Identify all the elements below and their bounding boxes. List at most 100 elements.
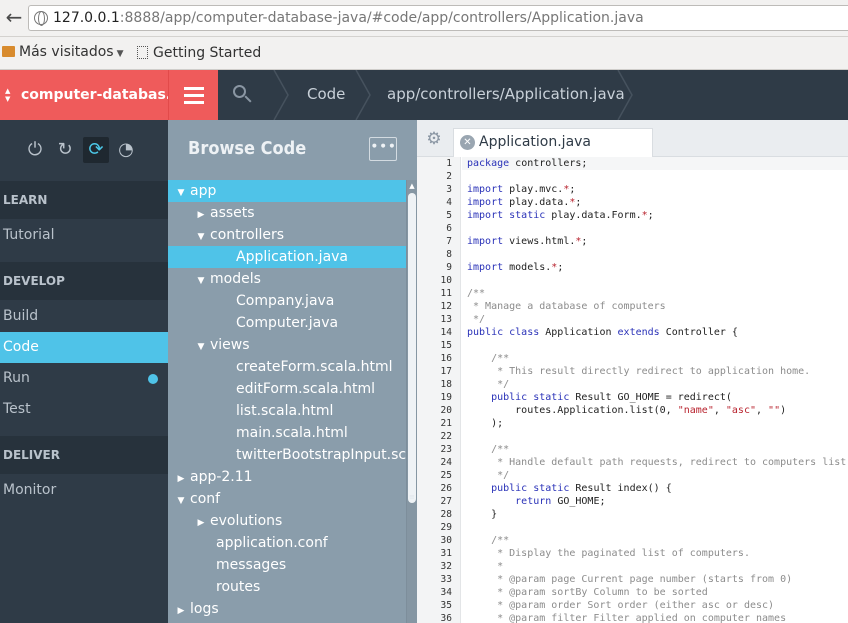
hamburger-bar (184, 94, 204, 97)
sidebar-item-tutorial[interactable]: Tutorial (0, 220, 168, 251)
line-number: 14 (440, 327, 452, 338)
caret-down-icon[interactable]: ▼ (174, 490, 188, 512)
tree-item[interactable]: ▼ controllers (168, 224, 406, 246)
code-token: * @param filter Filter applied on comput… (467, 613, 787, 623)
tab-application-java[interactable]: ✕ Application.java (453, 128, 653, 158)
tree-item[interactable]: twitterBootstrapInput.scala. (168, 444, 406, 466)
hamburger-bar (184, 101, 204, 104)
code-token: import (467, 236, 504, 247)
caret-right-icon[interactable]: ▶ (194, 204, 208, 226)
code-icon[interactable]: ⟳ (83, 137, 109, 163)
line-number: 12 (440, 301, 452, 312)
caret-down-icon[interactable]: ▼ (194, 336, 208, 358)
sidebar-item-code[interactable]: Code (0, 332, 168, 363)
line-number: 29 (440, 522, 452, 533)
tree-item[interactable]: ▶ logs (168, 598, 406, 620)
tree-item[interactable]: ▼ views (168, 334, 406, 356)
sidebar-item-run[interactable]: Run (0, 363, 168, 394)
line-number: 20 (440, 405, 452, 416)
tree-item[interactable]: Company.java (168, 290, 406, 312)
address-bar[interactable]: 127.0.0.1:8888/app/computer-database-jav… (28, 5, 848, 31)
tree-item[interactable]: application.conf (168, 532, 406, 554)
bookmark-getting-started[interactable]: Getting Started (137, 44, 261, 61)
code-token: * (467, 561, 504, 572)
line-number: 24 (440, 457, 452, 468)
browse-header: Browse Code ∙∙∙ (168, 120, 417, 180)
section-develop: DEVELOP (0, 262, 168, 300)
line-number: 3 (446, 184, 452, 195)
caret-right-icon[interactable]: ▶ (174, 468, 188, 490)
scroll-up-icon[interactable]: ▲ (408, 181, 416, 191)
code-token: ); (467, 418, 504, 429)
code-line: public static Result GO_HOME = redirect( (467, 391, 732, 404)
caret-down-icon[interactable]: ▼ (194, 226, 208, 248)
hamburger-bar (184, 87, 204, 90)
line-number: 5 (446, 210, 452, 221)
sidebar-item-test[interactable]: Test (0, 394, 168, 425)
tree-item[interactable]: main.scala.html (168, 422, 406, 444)
close-icon[interactable]: ✕ (460, 135, 475, 150)
caret-down-icon[interactable]: ▼ (174, 182, 188, 204)
tree-item[interactable]: routes (168, 576, 406, 598)
scroll-thumb[interactable] (408, 193, 416, 503)
editor-tabstrip: ⚙ ✕ Application.java (417, 120, 848, 158)
tree-scrollbar[interactable]: ▲ ≡ (406, 180, 417, 623)
line-number: 13 (440, 314, 452, 325)
tree-item[interactable]: list.scala.html (168, 400, 406, 422)
line-number: 6 (446, 223, 452, 234)
line-number: 22 (440, 431, 452, 442)
code-line: * @param sortBy Column to be sorted (467, 586, 708, 599)
line-number: 11 (440, 288, 452, 299)
code-line: /** (467, 534, 509, 547)
code-line: import static play.data.Form.*; (467, 209, 654, 222)
code-token: public static (467, 392, 570, 403)
tree-item[interactable]: Application.java (168, 246, 406, 268)
breadcrumb-code[interactable]: Code (307, 70, 345, 120)
monitor-icon[interactable]: ◔ (113, 137, 139, 163)
tree-item[interactable]: messages (168, 554, 406, 576)
code-area[interactable]: 1 2 3 4 5 6 7 8 9 10 11 12 13 14 15 16 17 18 19 20 21 22 23 24 2… (417, 157, 848, 623)
tree-item-label: assets (210, 205, 255, 221)
running-indicator (148, 374, 158, 384)
tree-item-label: editForm.scala.html (236, 381, 375, 397)
tree-item[interactable]: ▶ assets (168, 202, 406, 224)
refresh-icon[interactable]: ↻ (52, 137, 78, 163)
tree-item[interactable]: ▼ app (168, 180, 406, 202)
code-line: */ (467, 313, 485, 326)
menu-button[interactable] (168, 70, 218, 120)
gear-icon[interactable]: ⚙ (425, 130, 443, 148)
tree-item[interactable]: ▼ conf (168, 488, 406, 510)
breadcrumb-separator (270, 70, 290, 120)
mode-icons: ⏻ ↻ ⟳ ◔ (0, 120, 168, 180)
sidebar-item-build[interactable]: Build (0, 301, 168, 332)
sidebar-item-monitor[interactable]: Monitor (0, 475, 168, 506)
caret-right-icon[interactable]: ▶ (194, 512, 208, 534)
caret-right-icon[interactable]: ▶ (174, 600, 188, 622)
tree-item-label: createForm.scala.html (236, 359, 393, 375)
line-number: 9 (446, 262, 452, 273)
tree-item[interactable]: createForm.scala.html (168, 356, 406, 378)
tree-item[interactable]: editForm.scala.html (168, 378, 406, 400)
app-topbar: ▲ ▼ computer-databas... Code app/controll… (0, 70, 848, 120)
tree-item[interactable]: ▼ models (168, 268, 406, 290)
tree-item[interactable]: ▶ evolutions (168, 510, 406, 532)
caret-down-icon[interactable]: ▼ (194, 270, 208, 292)
code-token: , (713, 405, 726, 416)
back-arrow-icon[interactable]: ← (2, 6, 26, 30)
tree-item-label: app (190, 183, 217, 199)
code-line: * @param filter Filter applied on comput… (467, 612, 786, 623)
tree-item[interactable]: Computer.java (168, 312, 406, 334)
code-line: * Display the paginated list of computer… (467, 547, 750, 560)
tree-item[interactable]: ▶ app-2.11 (168, 466, 406, 488)
line-number: 18 (440, 379, 452, 390)
more-options-button[interactable]: ∙∙∙ (369, 137, 397, 161)
code-token: Controller { (659, 327, 738, 338)
bookmark-mas-visitados[interactable]: Más visitados ▼ (2, 44, 124, 60)
code-line: * Manage a database of computers (467, 300, 666, 313)
search-button[interactable] (218, 70, 266, 120)
tree-item-label: Company.java (236, 293, 335, 309)
project-selector[interactable]: ▲ ▼ computer-databas... (0, 70, 168, 120)
line-number: 33 (440, 574, 452, 585)
breadcrumb-file-path[interactable]: app/controllers/Application.java (387, 70, 625, 120)
power-icon[interactable]: ⏻ (22, 137, 48, 163)
